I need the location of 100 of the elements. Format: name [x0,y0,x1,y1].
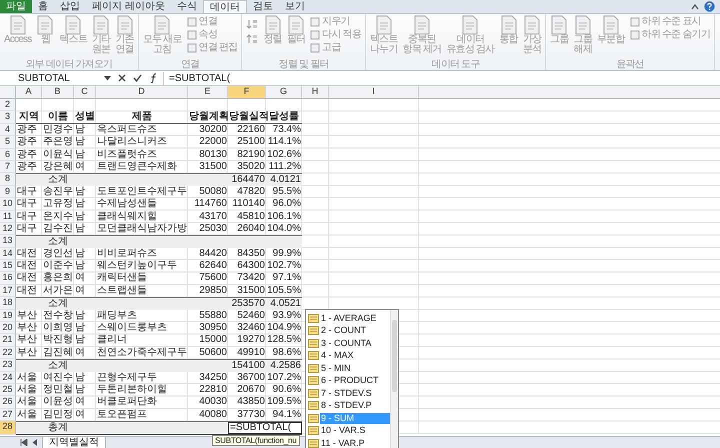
insert-function-icon[interactable] [149,73,159,83]
autocomplete-item[interactable]: 4 - MAX [320,350,390,362]
autocomplete-item[interactable]: 10 - VAR.S [320,425,390,436]
table-cell-text: 남 [74,136,86,149]
formula-field[interactable]: =SUBTOTAL( [163,72,720,84]
sheet-tab[interactable]: 지역별실적 [42,436,106,448]
row-header[interactable]: 8 [0,173,16,186]
scrollbar[interactable] [390,310,398,448]
cancel-icon[interactable] [118,74,126,82]
table-cell-text: 나달리스니커즈 [96,136,168,149]
table-cell: 성별 [74,111,96,123]
table-cell-text: 여 [74,408,86,422]
table-cell-text: 40030 [198,396,228,409]
column-header[interactable]: F [228,86,266,98]
table-cell-text: 두톤리본하이힐 [96,384,168,396]
help-icon[interactable] [704,1,715,12]
table-cell-text: 43170 [198,210,228,223]
row-header[interactable]: 25 [0,384,16,396]
table-cell: 정민철 [42,384,74,396]
row-header[interactable]: 27 [0,408,16,422]
row-header[interactable]: 18 [0,297,16,310]
table-cell-text: 광주 [16,148,38,161]
row-header[interactable]: 23 [0,359,16,372]
function-tooltip: SUBTOTAL(function_nu [212,435,300,446]
name-box[interactable]: SUBTOTAL [0,72,100,84]
ribbon-tab[interactable]: 홈 [32,0,54,13]
ribbon-tab[interactable]: 페이지 레이아웃 [86,0,171,13]
table-cell-text: 55880 [198,310,228,322]
column-header[interactable]: I [329,86,419,98]
row-header[interactable]: 28 [0,421,16,435]
table-cell-text: 20670 [236,384,266,396]
ribbon-tab[interactable]: 데이터 [202,0,247,13]
ribbon-tab[interactable]: 수식 [170,0,203,13]
row-header[interactable]: 14 [0,248,16,260]
dropdown-caret-icon[interactable] [104,76,111,80]
row-header[interactable]: 9 [0,186,16,198]
ribbon-tab[interactable]: 검토 [246,0,279,13]
row-header[interactable]: 22 [0,346,16,360]
table-cell-text: 111.2% [268,160,302,174]
table-cell-text: 90.6% [272,384,302,396]
row-header[interactable]: 12 [0,222,16,236]
autocomplete-item[interactable]: 2 - COUNT [320,325,390,336]
autocomplete-item[interactable]: 6 - PRODUCT [320,375,390,386]
table-cell-text: 99.9% [272,248,302,260]
row-header[interactable]: 3 [0,111,16,124]
table-cell: 경인선 [42,248,74,260]
table-cell-text: 45810 [236,210,266,223]
function-icon [308,426,319,436]
table-cell-text: 남 [74,210,86,223]
function-icon [308,438,319,448]
column-header[interactable]: A [16,86,42,98]
row-header[interactable]: 13 [0,235,16,248]
column-header[interactable]: G [266,86,302,98]
table-cell-text: 15000 [198,334,228,347]
table-cell-text: 22810 [198,384,228,396]
row-header[interactable]: 5 [0,136,16,149]
autocomplete-item[interactable]: 11 - VAR.P [320,438,390,448]
table-cell-text: 50080 [198,186,228,198]
table-cell-text: 73420 [236,272,266,285]
table-cell-text: 남 [74,372,86,384]
table-cell: 천연소가죽수제구두 [96,346,188,360]
column-header[interactable]: H [302,86,329,98]
autocomplete-item[interactable]: 8 - STDEV.P [320,400,390,412]
row-header[interactable]: 6 [0,148,16,161]
row-header[interactable]: 17 [0,284,16,298]
ribbon-tab[interactable]: 파일 [0,0,32,13]
column-header[interactable]: D [96,86,188,98]
ribbon-tab[interactable]: 보기 [278,0,311,13]
table-cell-text: 36700 [236,372,266,384]
table-cell: 105.5% [266,284,302,298]
row-header[interactable]: 7 [0,160,16,174]
table-cell-text: 남 [74,198,86,211]
autocomplete-item[interactable]: 1 - AVERAGE [320,312,390,324]
autocomplete-item[interactable]: 5 - MIN [320,362,390,374]
row-header[interactable]: 10 [0,198,16,211]
autocomplete-item[interactable]: 7 - STDEV.S [320,388,390,399]
row-header[interactable]: 15 [0,260,16,272]
first-sheet-icon[interactable] [20,439,28,446]
enter-check-icon[interactable] [133,74,142,82]
row-header[interactable]: 19 [0,310,16,322]
row-header[interactable]: 24 [0,372,16,384]
row-header[interactable]: 26 [0,396,16,409]
column-header[interactable]: B [42,86,74,98]
autocomplete-item[interactable]: 3 - COUNTA [320,338,390,349]
table-cell-text: 지역 [18,111,40,123]
cell-editor[interactable]: =SUBTOTAL( [228,422,302,434]
table-cell-text: 114.1% [266,136,302,149]
ribbon-tab[interactable]: 삽입 [54,0,86,13]
previous-sheet-icon[interactable] [32,439,38,446]
row-header[interactable]: 20 [0,322,16,334]
collapse-ribbon-icon[interactable] [691,4,699,10]
row-header[interactable]: 4 [0,124,16,136]
row-header[interactable]: 16 [0,272,16,285]
row-header[interactable]: 21 [0,334,16,347]
table-cell-text: 여 [74,272,86,285]
row-header[interactable]: 2 [0,99,16,112]
column-header[interactable]: C [74,86,96,98]
table-cell: 김진혜 [42,346,74,360]
row-header[interactable]: 11 [0,210,16,223]
table-cell-text: 옥스퍼드슈즈 [96,124,158,136]
